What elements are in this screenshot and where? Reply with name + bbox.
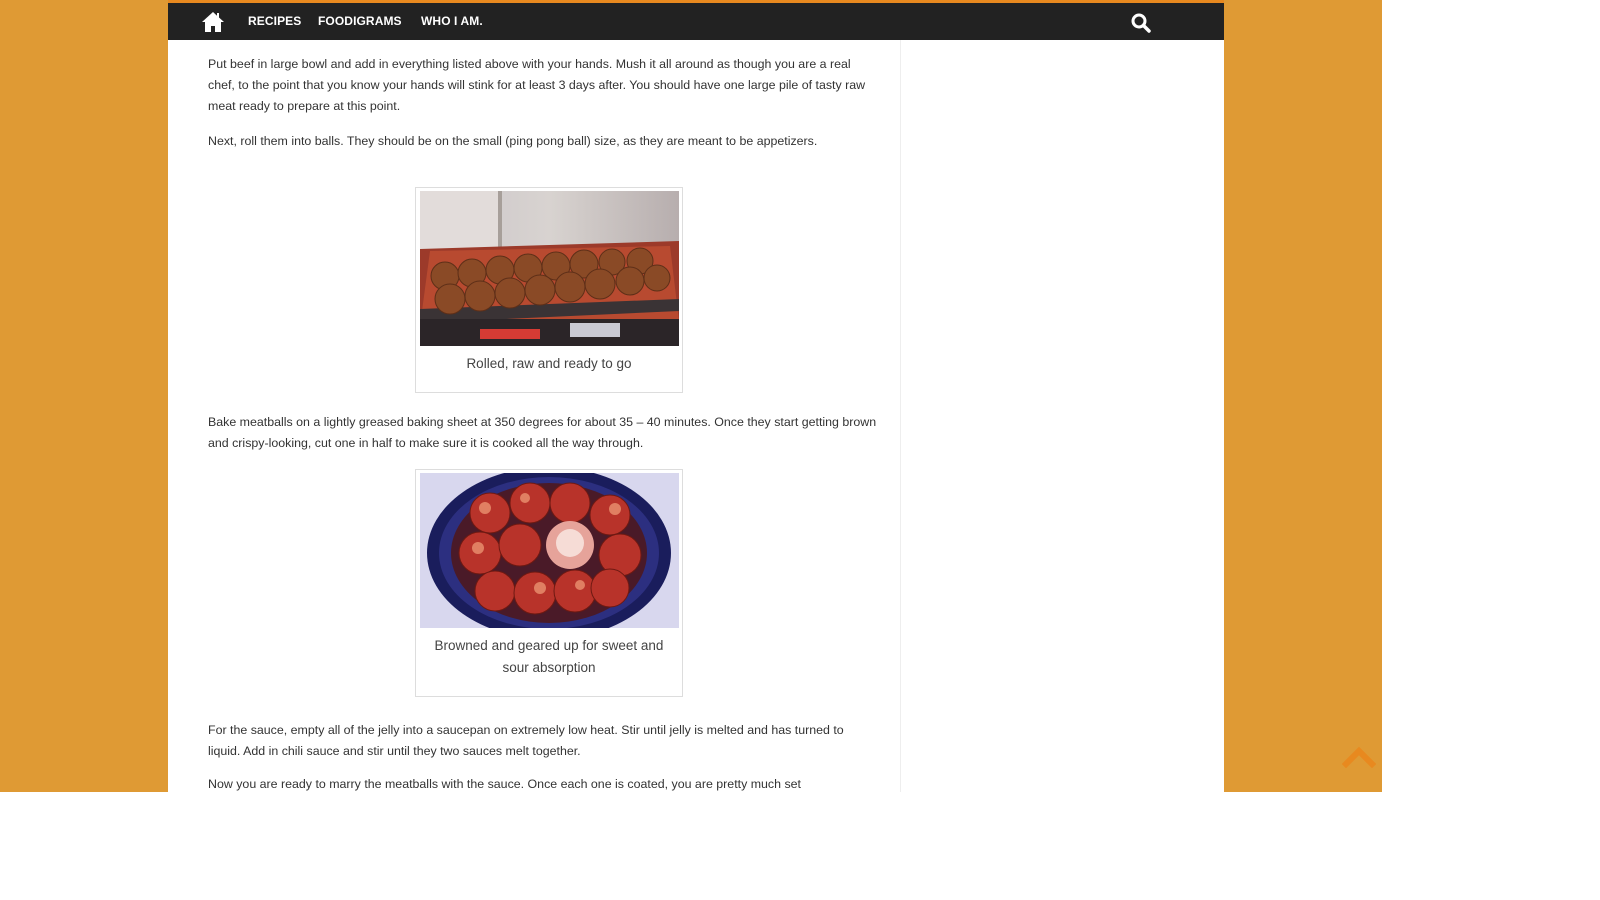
home-icon[interactable] [201,11,225,33]
browned-meatballs-photo [420,473,679,628]
article-paragraph: For the sauce, empty all of the jelly in… [208,723,844,758]
figure-caption: Rolled, raw and ready to go [466,356,632,371]
figure-caption: Browned and geared up for sweet and sour… [434,638,664,675]
raw-meatballs-photo [420,191,679,346]
back-to-top-icon[interactable] [1341,744,1377,769]
article-paragraph: Put beef in large bowl and add in everyt… [208,57,866,113]
article-paragraph: Now you are ready to marry the meatballs… [208,777,801,791]
article-paragraph: Bake meatballs on a lightly greased baki… [208,415,877,450]
sidebar-divider [900,40,901,792]
nav-item-recipes[interactable]: RECIPES [248,14,301,28]
figure-browned-meatballs: Browned and geared up for sweet and sour… [415,469,683,697]
nav-item-foodigrams[interactable]: FOODIGRAMS [318,14,402,28]
nav-item-who-i-am[interactable]: WHO I AM. [421,14,483,28]
top-navigation-bar: RECIPES FOODIGRAMS WHO I AM. [168,0,1224,40]
figure-raw-meatballs: Rolled, raw and ready to go [415,187,683,393]
search-icon[interactable] [1130,12,1152,34]
page-background: RECIPES FOODIGRAMS WHO I AM. Put beef in… [0,0,1382,792]
content-wrapper [168,0,1224,792]
article-paragraph: Next, roll them into balls. They should … [208,134,818,148]
